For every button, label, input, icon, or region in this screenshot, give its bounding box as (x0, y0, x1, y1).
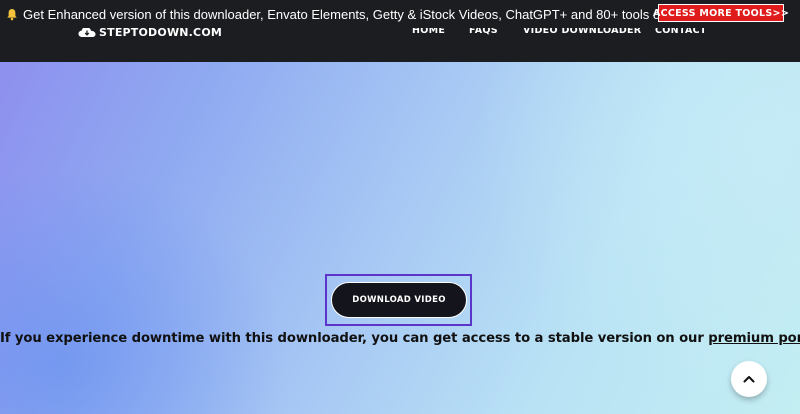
nav-contact[interactable]: CONTACT (655, 28, 707, 38)
nav-video-downloader[interactable]: VIDEO DOWNLOADER (523, 28, 641, 38)
logo-text: STEPTODOWN.COM (99, 28, 223, 39)
access-more-tools-button[interactable]: ACCESS MORE TOOLS>> (653, 4, 789, 22)
premium-portal-link[interactable]: premium portal. (708, 331, 800, 346)
bell-icon (6, 8, 20, 21)
download-video-button[interactable]: DOWNLOAD VIDEO (331, 282, 467, 318)
downtime-notice: If you experience downtime with this dow… (0, 331, 800, 346)
nav-faqs[interactable]: FAQS (469, 28, 498, 38)
scroll-to-top-button[interactable] (731, 361, 767, 397)
cloud-download-icon (78, 28, 96, 37)
notice-text: If you experience downtime with this dow… (0, 331, 704, 346)
site-logo[interactable]: STEPTODOWN.COM (78, 28, 222, 40)
chevron-up-icon (743, 376, 755, 383)
nav-home[interactable]: HOME (412, 28, 445, 38)
hero-section: DOWNLOAD VIDEO If you experience downtim… (0, 62, 800, 414)
site-header: STEPTODOWN.COM HOME FAQS VIDEO DOWNLOADE… (0, 28, 800, 62)
promo-bar: Get Enhanced version of this downloader,… (0, 0, 800, 28)
